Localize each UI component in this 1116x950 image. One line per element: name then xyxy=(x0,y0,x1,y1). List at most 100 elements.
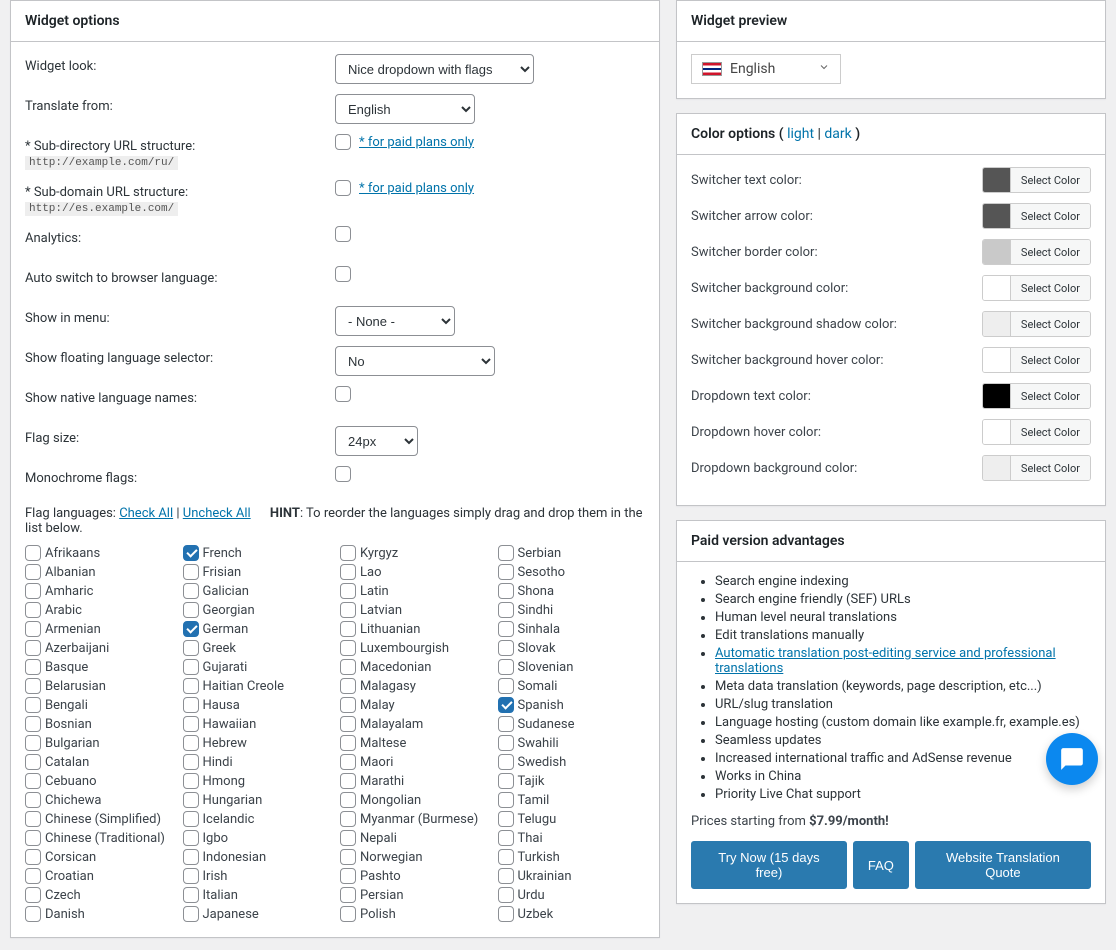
language-item[interactable]: Chinese (Traditional) xyxy=(25,829,173,847)
color-picker[interactable]: Select Color xyxy=(982,383,1091,409)
language-item[interactable]: Frisian xyxy=(183,563,331,581)
language-checkbox[interactable] xyxy=(25,583,41,599)
language-item[interactable]: Armenian xyxy=(25,620,173,638)
language-checkbox[interactable] xyxy=(498,868,514,884)
select-color-button[interactable]: Select Color xyxy=(1011,348,1090,372)
faq-button[interactable]: FAQ xyxy=(853,841,909,889)
color-picker[interactable]: Select Color xyxy=(982,203,1091,229)
language-checkbox[interactable] xyxy=(340,545,356,561)
language-checkbox[interactable] xyxy=(340,583,356,599)
language-checkbox[interactable] xyxy=(183,583,199,599)
language-checkbox[interactable] xyxy=(498,887,514,903)
language-checkbox[interactable] xyxy=(25,602,41,618)
language-checkbox[interactable] xyxy=(25,678,41,694)
subdir-checkbox[interactable] xyxy=(335,134,351,150)
language-item[interactable]: Hausa xyxy=(183,696,331,714)
select-color-button[interactable]: Select Color xyxy=(1011,240,1090,264)
language-item[interactable]: Cebuano xyxy=(25,772,173,790)
language-checkbox[interactable] xyxy=(498,754,514,770)
language-item[interactable]: Norwegian xyxy=(340,848,488,866)
subdir-paid-link[interactable]: * for paid plans only xyxy=(359,135,474,150)
language-checkbox[interactable] xyxy=(498,773,514,789)
language-item[interactable]: Chichewa xyxy=(25,791,173,809)
language-checkbox[interactable] xyxy=(498,640,514,656)
language-item[interactable]: Polish xyxy=(340,905,488,923)
language-item[interactable]: Ukrainian xyxy=(498,867,646,885)
language-checkbox[interactable] xyxy=(340,602,356,618)
color-picker[interactable]: Select Color xyxy=(982,275,1091,301)
autoswitch-checkbox[interactable] xyxy=(335,266,351,282)
language-item[interactable]: Bengali xyxy=(25,696,173,714)
color-picker[interactable]: Select Color xyxy=(982,347,1091,373)
language-item[interactable]: Lao xyxy=(340,563,488,581)
language-checkbox[interactable] xyxy=(340,735,356,751)
language-item[interactable]: Turkish xyxy=(498,848,646,866)
language-item[interactable]: Hawaiian xyxy=(183,715,331,733)
subdomain-checkbox[interactable] xyxy=(335,180,351,196)
language-item[interactable]: Pashto xyxy=(340,867,488,885)
language-checkbox[interactable] xyxy=(183,564,199,580)
language-checkbox[interactable] xyxy=(183,716,199,732)
language-item[interactable]: Tamil xyxy=(498,791,646,809)
language-item[interactable]: Hindi xyxy=(183,753,331,771)
language-checkbox[interactable] xyxy=(183,602,199,618)
language-item[interactable]: Catalan xyxy=(25,753,173,771)
subdomain-paid-link[interactable]: * for paid plans only xyxy=(359,181,474,196)
language-item[interactable]: Spanish xyxy=(498,696,646,714)
language-checkbox[interactable] xyxy=(183,697,199,713)
select-color-button[interactable]: Select Color xyxy=(1011,456,1090,480)
language-item[interactable]: Thai xyxy=(498,829,646,847)
language-checkbox[interactable] xyxy=(498,697,514,713)
color-picker[interactable]: Select Color xyxy=(982,419,1091,445)
language-checkbox[interactable] xyxy=(25,697,41,713)
language-item[interactable]: Maori xyxy=(340,753,488,771)
language-checkbox[interactable] xyxy=(25,887,41,903)
language-checkbox[interactable] xyxy=(25,564,41,580)
language-item[interactable]: Arabic xyxy=(25,601,173,619)
language-checkbox[interactable] xyxy=(25,849,41,865)
language-checkbox[interactable] xyxy=(25,716,41,732)
language-item[interactable]: Japanese xyxy=(183,905,331,923)
language-checkbox[interactable] xyxy=(183,830,199,846)
language-item[interactable]: Galician xyxy=(183,582,331,600)
check-all-link[interactable]: Check All xyxy=(119,506,173,521)
analytics-checkbox[interactable] xyxy=(335,226,351,242)
language-checkbox[interactable] xyxy=(498,830,514,846)
language-checkbox[interactable] xyxy=(183,811,199,827)
language-checkbox[interactable] xyxy=(340,792,356,808)
language-item[interactable]: Latvian xyxy=(340,601,488,619)
language-checkbox[interactable] xyxy=(498,659,514,675)
language-checkbox[interactable] xyxy=(25,773,41,789)
language-checkbox[interactable] xyxy=(498,811,514,827)
language-item[interactable]: Chinese (Simplified) xyxy=(25,810,173,828)
language-item[interactable]: Malagasy xyxy=(340,677,488,695)
language-checkbox[interactable] xyxy=(25,621,41,637)
language-checkbox[interactable] xyxy=(183,659,199,675)
language-item[interactable]: Malayalam xyxy=(340,715,488,733)
language-checkbox[interactable] xyxy=(25,792,41,808)
language-item[interactable]: Greek xyxy=(183,639,331,657)
color-picker[interactable]: Select Color xyxy=(982,455,1091,481)
translate-from-select[interactable]: English xyxy=(335,94,475,124)
language-checkbox[interactable] xyxy=(25,830,41,846)
preview-dropdown[interactable]: English xyxy=(691,54,841,84)
language-checkbox[interactable] xyxy=(25,545,41,561)
select-color-button[interactable]: Select Color xyxy=(1011,204,1090,228)
language-item[interactable]: Slovak xyxy=(498,639,646,657)
language-item[interactable]: Serbian xyxy=(498,544,646,562)
language-item[interactable]: Georgian xyxy=(183,601,331,619)
language-checkbox[interactable] xyxy=(183,773,199,789)
language-item[interactable]: Urdu xyxy=(498,886,646,904)
language-item[interactable]: Croatian xyxy=(25,867,173,885)
language-checkbox[interactable] xyxy=(183,678,199,694)
language-checkbox[interactable] xyxy=(25,906,41,922)
language-item[interactable]: Danish xyxy=(25,905,173,923)
show-menu-select[interactable]: - None - xyxy=(335,306,455,336)
language-item[interactable]: Sindhi xyxy=(498,601,646,619)
language-checkbox[interactable] xyxy=(340,564,356,580)
language-item[interactable]: Marathi xyxy=(340,772,488,790)
try-now-button[interactable]: Try Now (15 days free) xyxy=(691,841,847,889)
uncheck-all-link[interactable]: Uncheck All xyxy=(183,506,251,521)
language-checkbox[interactable] xyxy=(183,792,199,808)
language-checkbox[interactable] xyxy=(340,887,356,903)
